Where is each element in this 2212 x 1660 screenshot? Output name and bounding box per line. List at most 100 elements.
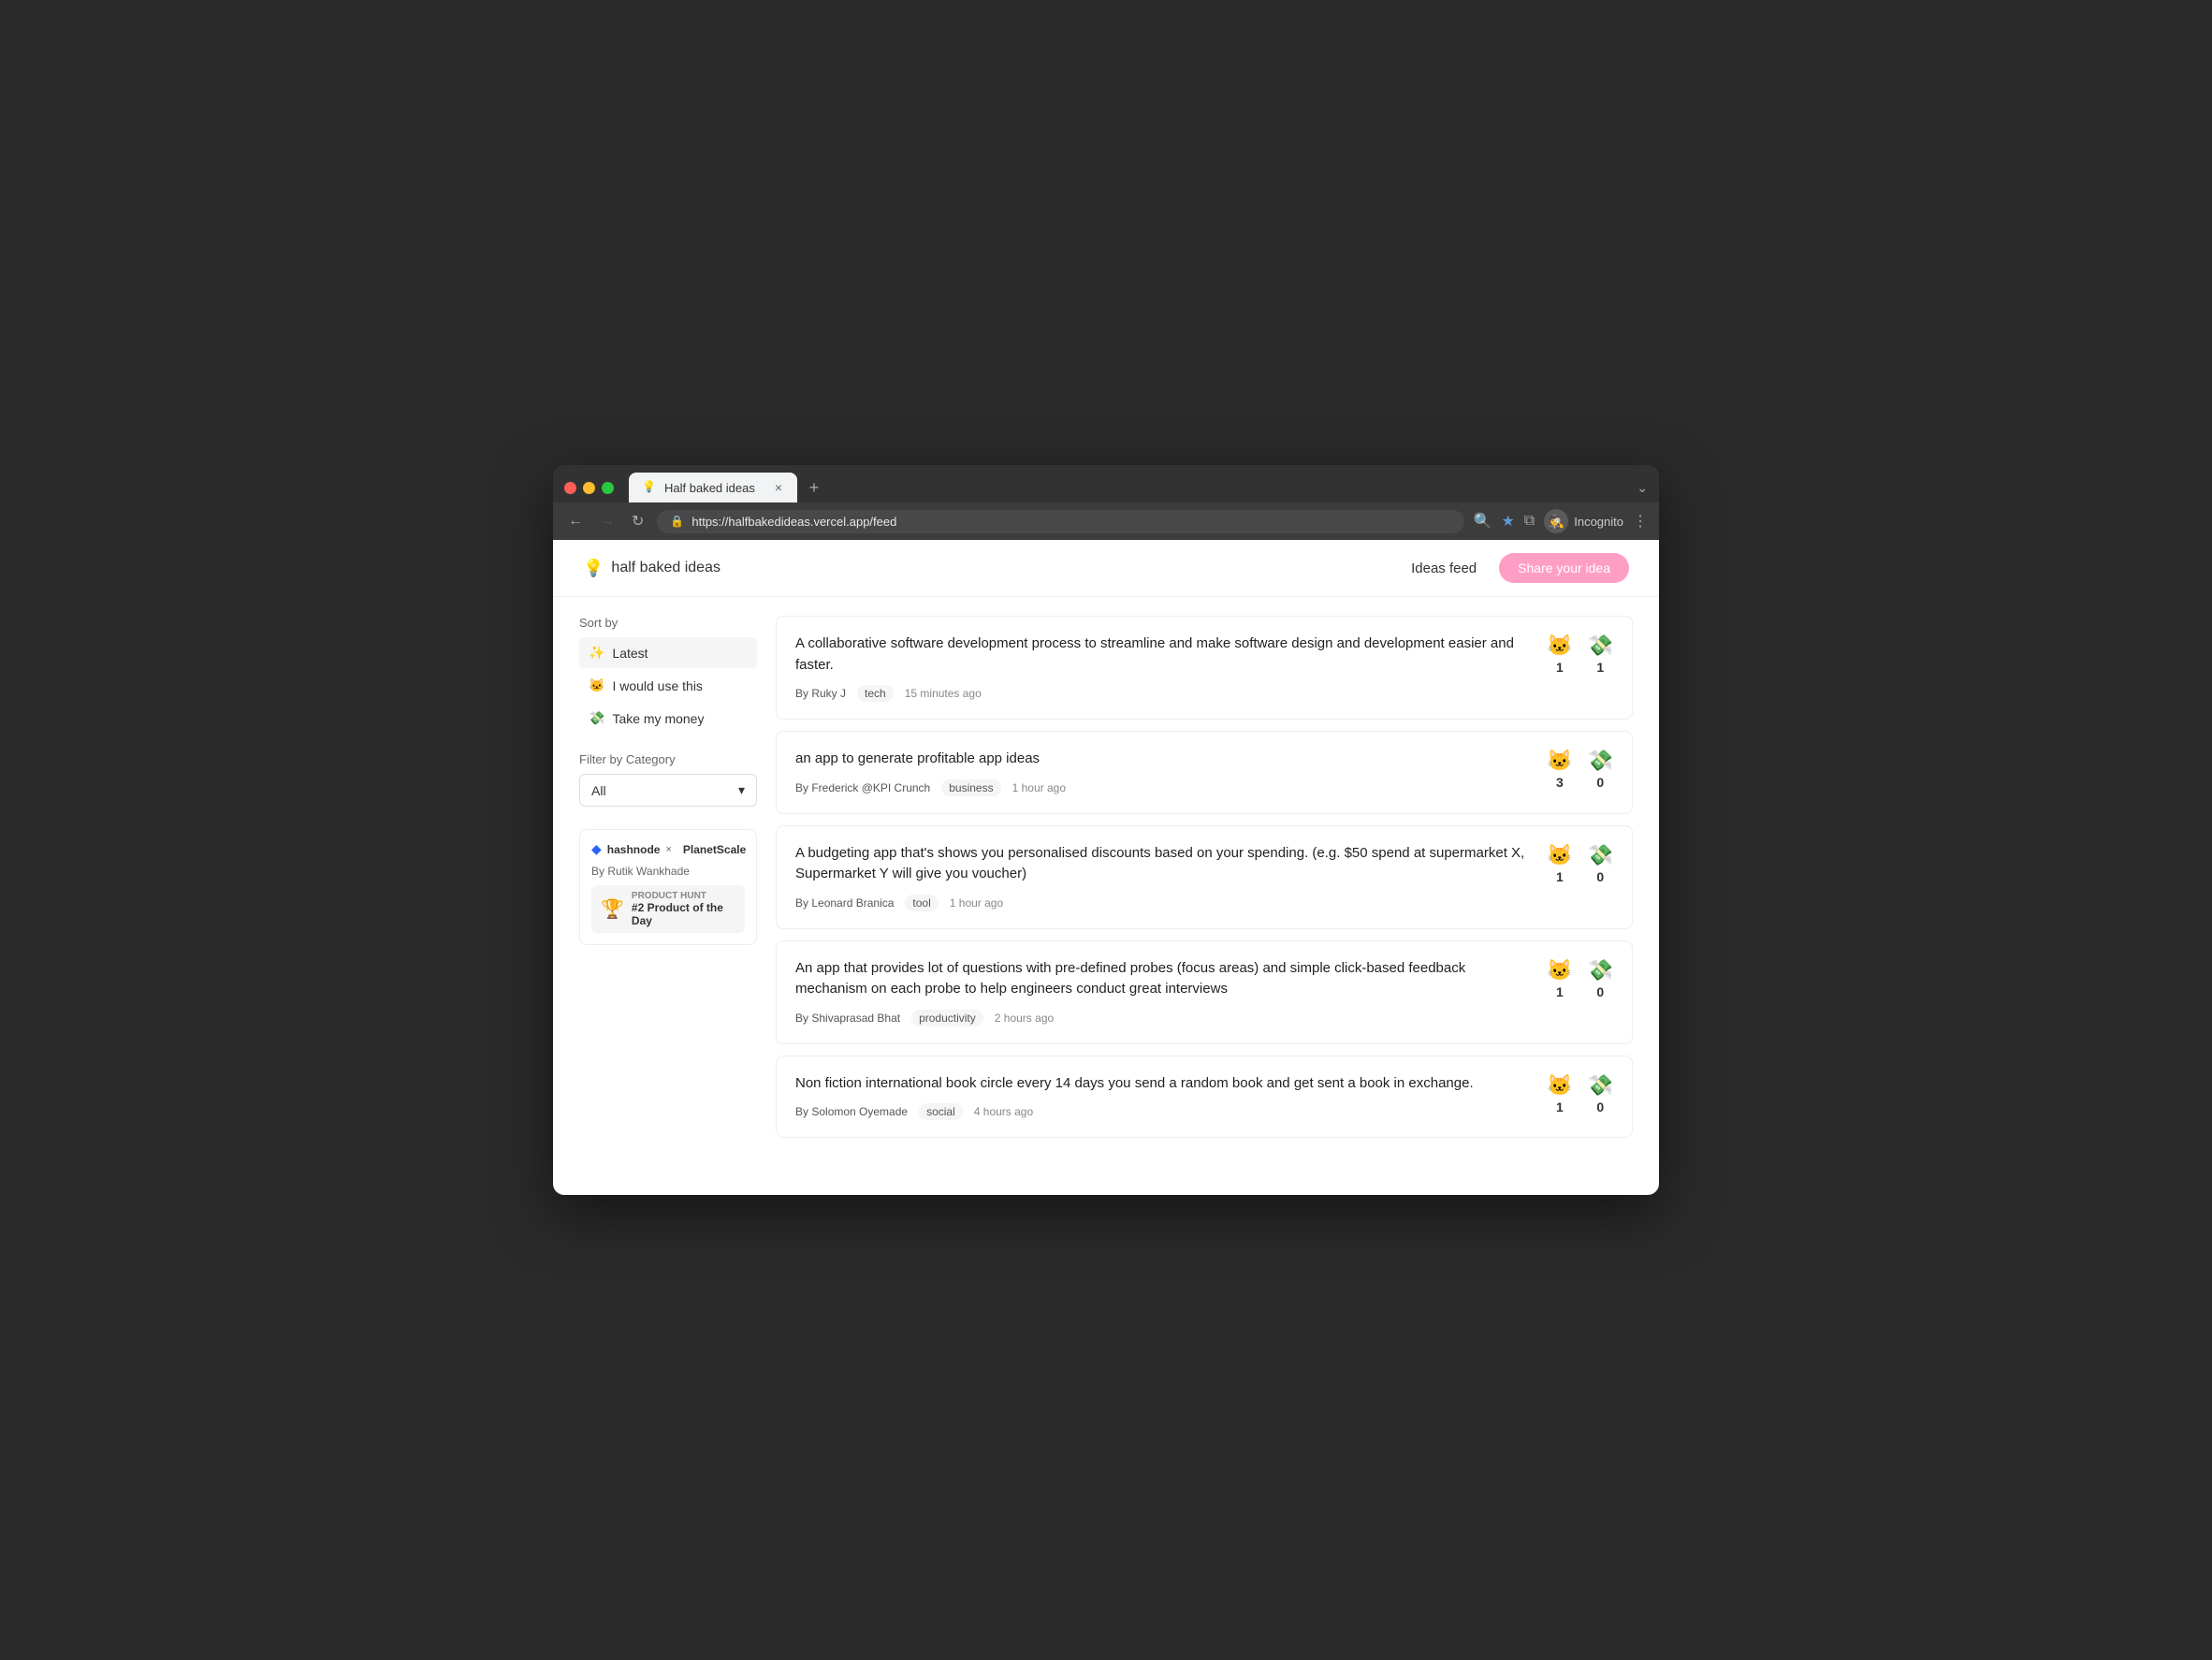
idea-content-1: A collaborative software development pro… bbox=[795, 633, 1532, 702]
cat-vote-1[interactable]: 🐱 1 bbox=[1547, 633, 1572, 675]
sort-option-would-use[interactable]: 🐱 I would use this bbox=[579, 670, 757, 701]
maximize-button[interactable] bbox=[602, 482, 614, 494]
money-vote-1[interactable]: 💸 1 bbox=[1588, 633, 1613, 675]
app-logo[interactable]: 💡 half baked ideas bbox=[583, 559, 720, 578]
idea-card-5[interactable]: Non fiction international book circle ev… bbox=[776, 1056, 1633, 1139]
money-count-1: 1 bbox=[1596, 660, 1604, 675]
money-vote-5[interactable]: 💸 0 bbox=[1588, 1073, 1613, 1114]
promo-card: ◆ hashnode × PlanetScale By Rutik Wankha… bbox=[579, 829, 757, 945]
minimize-button[interactable] bbox=[583, 482, 595, 494]
idea-card-1[interactable]: A collaborative software development pro… bbox=[776, 616, 1633, 720]
idea-title-5: Non fiction international book circle ev… bbox=[795, 1073, 1532, 1095]
tab-more-button[interactable]: ⌄ bbox=[1637, 480, 1648, 496]
forward-button[interactable]: → bbox=[596, 509, 618, 533]
incognito-label: Incognito bbox=[1574, 515, 1623, 529]
idea-content-2: an app to generate profitable app ideas … bbox=[795, 749, 1532, 796]
product-hunt-badge[interactable]: 🏆 PRODUCT HUNT #2 Product of the Day bbox=[591, 885, 745, 933]
address-icons: 🔍 ★ ⧉ 🕵 Incognito ⋮ bbox=[1474, 509, 1648, 533]
sort-take-money-emoji: 💸 bbox=[589, 710, 604, 726]
tab-bar: 💡 Half baked ideas × + ⌄ bbox=[553, 465, 1659, 502]
sort-latest-emoji: ✨ bbox=[589, 645, 604, 661]
idea-votes-5: 🐱 1 💸 0 bbox=[1547, 1073, 1613, 1114]
idea-category-1: tech bbox=[857, 685, 894, 702]
tab-favicon: 💡 bbox=[642, 480, 657, 495]
idea-title-1: A collaborative software development pro… bbox=[795, 633, 1532, 676]
idea-time-2: 1 hour ago bbox=[1012, 781, 1066, 794]
url-text: https://halfbakedideas.vercel.app/feed bbox=[691, 515, 1450, 529]
cat-vote-2[interactable]: 🐱 3 bbox=[1547, 749, 1572, 790]
sort-would-use-emoji: 🐱 bbox=[589, 677, 604, 693]
cat-vote-5[interactable]: 🐱 1 bbox=[1547, 1073, 1572, 1114]
share-your-idea-button[interactable]: Share your idea bbox=[1499, 553, 1629, 583]
idea-title-2: an app to generate profitable app ideas bbox=[795, 749, 1532, 770]
category-select[interactable]: All ▾ bbox=[579, 774, 757, 807]
page-content: 💡 half baked ideas Ideas feed Share your… bbox=[553, 540, 1659, 1195]
extensions-icon[interactable]: ⧉ bbox=[1524, 513, 1535, 530]
sort-take-money-label: Take my money bbox=[612, 711, 704, 726]
tab-close-button[interactable]: × bbox=[773, 480, 784, 495]
idea-card-2[interactable]: an app to generate profitable app ideas … bbox=[776, 731, 1633, 814]
money-vote-2[interactable]: 💸 0 bbox=[1588, 749, 1613, 790]
active-tab[interactable]: 💡 Half baked ideas × bbox=[629, 473, 797, 502]
idea-votes-3: 🐱 1 💸 0 bbox=[1547, 843, 1613, 884]
idea-author-2: By Frederick @KPI Crunch bbox=[795, 781, 930, 794]
chevron-down-icon: ▾ bbox=[738, 782, 745, 798]
promo-x: × bbox=[665, 844, 671, 855]
idea-author-4: By Shivaprasad Bhat bbox=[795, 1012, 900, 1025]
idea-card-4[interactable]: An app that provides lot of questions wi… bbox=[776, 940, 1633, 1044]
ideas-feed-link[interactable]: Ideas feed bbox=[1411, 561, 1477, 576]
cat-count-1: 1 bbox=[1556, 660, 1564, 675]
incognito-badge[interactable]: 🕵 Incognito bbox=[1544, 509, 1623, 533]
cat-count-3: 1 bbox=[1556, 869, 1564, 884]
close-button[interactable] bbox=[564, 482, 576, 494]
back-button[interactable]: ← bbox=[564, 509, 587, 533]
money-emoji-4: 💸 bbox=[1588, 958, 1613, 983]
reload-button[interactable]: ↻ bbox=[628, 508, 648, 534]
cat-vote-3[interactable]: 🐱 1 bbox=[1547, 843, 1572, 884]
search-icon[interactable]: 🔍 bbox=[1474, 512, 1492, 531]
hashnode-text: hashnode bbox=[607, 843, 661, 856]
cat-count-4: 1 bbox=[1556, 984, 1564, 999]
url-bar[interactable]: 🔒 https://halfbakedideas.vercel.app/feed bbox=[657, 510, 1463, 533]
browser-window: 💡 Half baked ideas × + ⌄ ← → ↻ 🔒 https:/… bbox=[553, 465, 1659, 1195]
more-options-icon[interactable]: ⋮ bbox=[1633, 512, 1648, 531]
idea-category-3: tool bbox=[905, 895, 938, 911]
idea-votes-2: 🐱 3 💸 0 bbox=[1547, 749, 1613, 790]
sidebar: Sort by ✨ Latest 🐱 I would use this 💸 Ta… bbox=[579, 616, 757, 1149]
ph-info: PRODUCT HUNT #2 Product of the Day bbox=[632, 891, 735, 927]
sort-would-use-label: I would use this bbox=[612, 678, 703, 693]
trophy-icon: 🏆 bbox=[601, 897, 624, 921]
ph-rank: #2 Product of the Day bbox=[632, 901, 735, 927]
cat-emoji-4: 🐱 bbox=[1547, 958, 1572, 983]
planetscale-text: PlanetScale bbox=[683, 843, 746, 856]
idea-meta-5: By Solomon Oyemade social 4 hours ago bbox=[795, 1103, 1532, 1120]
address-bar: ← → ↻ 🔒 https://halfbakedideas.vercel.ap… bbox=[553, 502, 1659, 540]
idea-content-5: Non fiction international book circle ev… bbox=[795, 1073, 1532, 1121]
new-tab-button[interactable]: + bbox=[801, 474, 827, 501]
idea-category-4: productivity bbox=[911, 1010, 983, 1027]
cat-vote-4[interactable]: 🐱 1 bbox=[1547, 958, 1572, 999]
sort-latest-label: Latest bbox=[612, 646, 648, 661]
promo-author: By Rutik Wankhade bbox=[591, 865, 745, 878]
idea-title-3: A budgeting app that's shows you persona… bbox=[795, 843, 1532, 885]
idea-meta-3: By Leonard Branica tool 1 hour ago bbox=[795, 895, 1532, 911]
money-vote-3[interactable]: 💸 0 bbox=[1588, 843, 1613, 884]
bookmark-icon[interactable]: ★ bbox=[1501, 512, 1514, 531]
filter-section: Filter by Category All ▾ bbox=[579, 752, 757, 807]
idea-content-4: An app that provides lot of questions wi… bbox=[795, 958, 1532, 1027]
cat-emoji-5: 🐱 bbox=[1547, 1073, 1572, 1098]
lock-icon: 🔒 bbox=[670, 515, 684, 528]
cat-emoji-3: 🐱 bbox=[1547, 843, 1572, 867]
idea-meta-2: By Frederick @KPI Crunch business 1 hour… bbox=[795, 779, 1532, 796]
money-vote-4[interactable]: 💸 0 bbox=[1588, 958, 1613, 999]
money-emoji-2: 💸 bbox=[1588, 749, 1613, 773]
idea-card-3[interactable]: A budgeting app that's shows you persona… bbox=[776, 825, 1633, 929]
sort-option-latest[interactable]: ✨ Latest bbox=[579, 637, 757, 668]
money-emoji-3: 💸 bbox=[1588, 843, 1613, 867]
hashnode-icon: ◆ bbox=[591, 841, 602, 857]
idea-author-5: By Solomon Oyemade bbox=[795, 1105, 908, 1118]
idea-votes-4: 🐱 1 💸 0 bbox=[1547, 958, 1613, 999]
sort-option-take-money[interactable]: 💸 Take my money bbox=[579, 703, 757, 734]
browser-chrome: 💡 Half baked ideas × + ⌄ ← → ↻ 🔒 https:/… bbox=[553, 465, 1659, 540]
idea-meta-1: By Ruky J tech 15 minutes ago bbox=[795, 685, 1532, 702]
